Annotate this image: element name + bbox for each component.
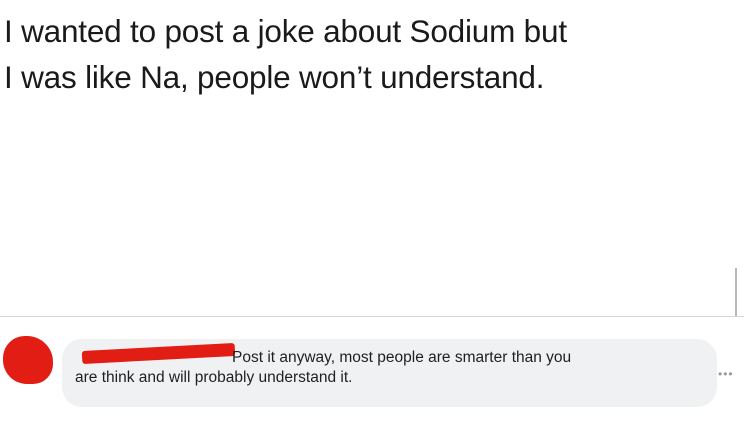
- divider: [0, 316, 744, 317]
- comment-text: Post it anyway, most people are smarter …: [75, 348, 705, 388]
- post-text: I wanted to post a joke about Sodium but…: [4, 8, 742, 100]
- post-line: I was like Na, people won’t understand.: [4, 59, 545, 95]
- avatar[interactable]: [3, 336, 53, 384]
- comment-line: are think and will probably understand i…: [75, 369, 353, 386]
- scrollbar[interactable]: [735, 268, 737, 316]
- post-line: I wanted to post a joke about Sodium but: [4, 13, 567, 49]
- more-options-icon[interactable]: •••: [718, 368, 740, 380]
- comment-line: Post it anyway, most people are smarter …: [232, 349, 572, 366]
